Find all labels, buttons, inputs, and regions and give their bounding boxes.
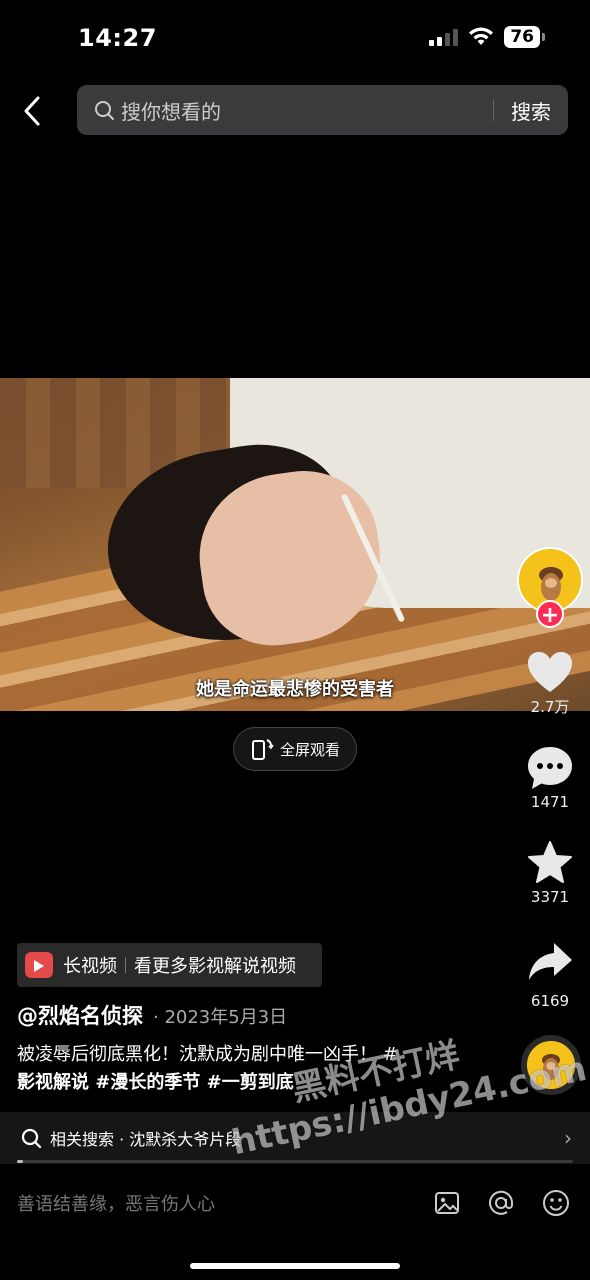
comment-count: 1471 [530,793,570,811]
fullscreen-label: 全屏观看 [279,740,340,759]
long-video-label: 长视频 [63,956,117,977]
long-video-banner[interactable]: 长视频 看更多影视解说视频 [17,943,322,987]
search-button[interactable]: 搜索 [494,96,568,125]
long-video-tv-icon [25,952,53,978]
comment-input[interactable]: 善语结善缘，恶言伤人心 [17,1190,215,1216]
search-input[interactable]: 搜你想看的 [121,96,493,125]
rotate-fullscreen-icon [251,739,274,760]
video-progress-bar[interactable] [17,1160,573,1163]
cellular-signal-icon [429,28,459,46]
wifi-icon [469,27,494,45]
status-icons: 76 [429,26,545,48]
author-line: @烈焰名侦探 · 2023年5月3日 [17,1000,287,1030]
like-count: 2.7万 [530,698,570,716]
status-time: 14:27 [78,24,157,52]
long-video-link[interactable]: 看更多影视解说视频 [134,952,296,978]
back-arrow-icon [24,96,40,126]
search-icon [95,101,114,120]
post-date: · 2023年5月3日 [153,1007,288,1028]
video-player[interactable]: 她是命运最悲惨的受害者 [0,378,590,711]
search-bar[interactable]: 搜你想看的 搜索 [77,85,568,135]
video-subtitle: 她是命运最悲惨的受害者 [196,679,394,700]
share-icon [529,943,572,980]
battery-indicator: 76 [504,26,545,48]
like-button[interactable]: 2.7万 [518,650,582,717]
chevron-right-icon: › [564,1126,572,1150]
at-icon[interactable] [486,1188,516,1218]
fullscreen-button[interactable]: 全屏观看 [233,727,357,771]
favorite-count: 3371 [530,888,570,906]
related-search-icon [21,1128,42,1149]
comment-icon [528,747,572,789]
home-indicator [190,1263,400,1269]
emoji-icon[interactable] [541,1188,571,1218]
long-video-divider [125,957,126,973]
video-progress-fill [17,1160,23,1163]
follow-button[interactable]: + [536,600,564,628]
back-button[interactable] [18,94,48,128]
star-icon [528,841,572,883]
share-button[interactable]: 6169 [518,940,582,1010]
comment-button[interactable]: 1471 [518,745,582,811]
share-count: 6169 [530,992,570,1010]
author-name[interactable]: @烈焰名侦探 [17,1000,143,1030]
heart-icon [528,652,572,692]
favorite-button[interactable]: 3371 [518,840,582,906]
image-icon[interactable] [432,1188,462,1218]
